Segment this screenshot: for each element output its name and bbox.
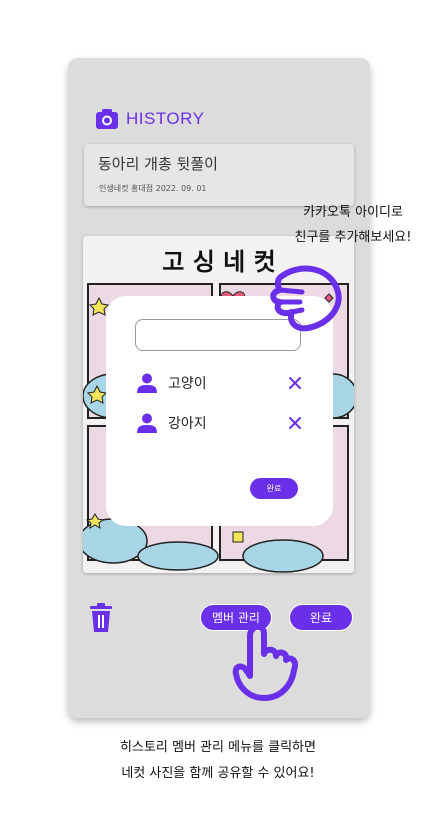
annotation-line: 네컷 사진을 함께 공유할 수 있어요! <box>121 766 315 781</box>
member-name: 고양이 <box>168 376 207 392</box>
page-title: HISTORY <box>126 109 205 128</box>
trash-icon[interactable] <box>90 603 112 633</box>
member-management-panel: 고양이 강아지 완료 <box>106 296 333 526</box>
annotation-line: 히스토리 멤버 관리 메뉴를 클릭하면 <box>120 740 316 755</box>
annotation-line: 친구를 추가해보세요! <box>294 230 412 245</box>
camera-icon <box>96 109 118 129</box>
member-name: 강아지 <box>168 416 207 432</box>
user-icon <box>137 373 157 393</box>
member-menu-annotation: 히스토리 멤버 관리 메뉴를 클릭하면 네컷 사진을 함께 공유할 수 있어요! <box>0 735 436 787</box>
panel-done-button[interactable]: 완료 <box>250 478 298 499</box>
done-button[interactable]: 완료 <box>289 604 353 631</box>
add-friend-annotation: 카카오톡 아이디로 친구를 추가해보세요! <box>268 200 436 250</box>
member-item: 강아지 <box>136 412 306 434</box>
user-icon <box>137 413 157 433</box>
close-icon <box>289 417 301 429</box>
history-header: HISTORY <box>96 108 204 130</box>
member-item: 고양이 <box>136 372 306 394</box>
member-manage-button[interactable]: 멤버 관리 <box>200 604 272 631</box>
entry-title: 동아리 개총 뒷풀이 <box>98 155 218 173</box>
remove-member-button[interactable] <box>284 372 306 394</box>
entry-subtitle: 인생네컷 홍대점 2022. 09. 01 <box>99 184 207 193</box>
photo-caption: 고 싱 네 컷 <box>162 248 275 276</box>
entry-title-box[interactable]: 동아리 개총 뒷풀이 인생네컷 홍대점 2022. 09. 01 <box>84 144 354 206</box>
annotation-line: 카카오톡 아이디로 <box>303 205 403 220</box>
remove-member-button[interactable] <box>284 412 306 434</box>
close-icon <box>289 377 301 389</box>
member-search-input[interactable] <box>135 319 301 351</box>
